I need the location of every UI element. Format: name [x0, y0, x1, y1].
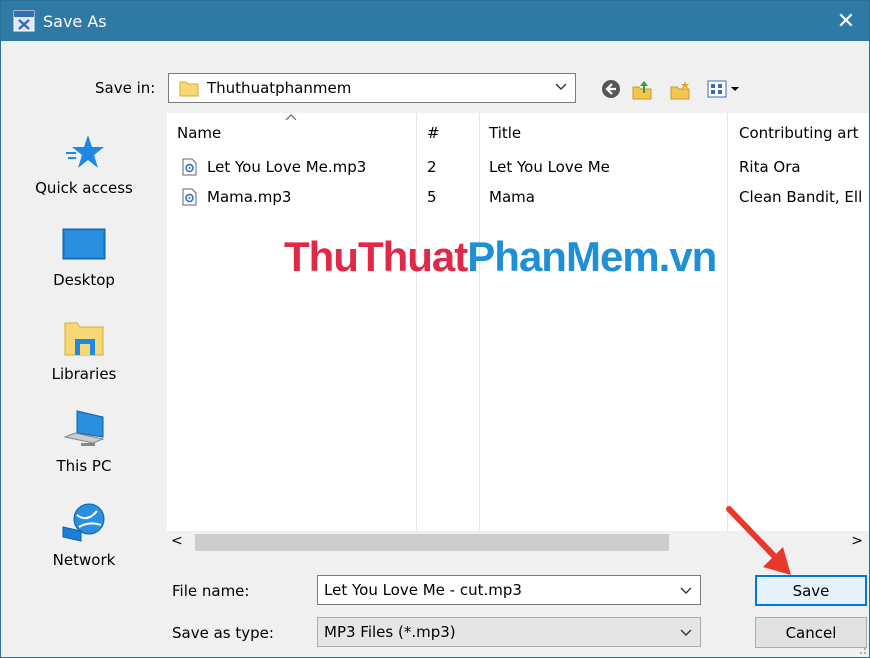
save-in-row: Save in: Thuthuatphanmem — [1, 69, 869, 107]
file-name-cell: Let You Love Me.mp3 — [207, 158, 367, 176]
save-as-type-label: Save as type: — [172, 624, 274, 642]
save-as-dialog: Save As ✕ Save in: Thuthuatphanmem Quick… — [0, 0, 870, 658]
file-list[interactable]: Name # Title Contributing art Let You Lo… — [167, 113, 869, 531]
sort-ascending-icon — [285, 114, 297, 121]
scroll-right-icon[interactable]: > — [851, 533, 863, 549]
desktop-icon — [62, 228, 106, 260]
place-quick-access[interactable]: Quick access — [3, 133, 165, 197]
save-as-type-value: MP3 Files (*.mp3) — [324, 623, 456, 641]
column-header-number[interactable]: # — [427, 124, 440, 142]
file-name-input[interactable]: Let You Love Me - cut.mp3 — [317, 575, 701, 605]
audio-file-icon — [182, 188, 197, 206]
annotation-arrow-icon — [726, 506, 791, 575]
file-name-cell: Mama.mp3 — [207, 188, 292, 206]
save-in-label: Save in: — [95, 79, 156, 97]
save-as-type-dropdown[interactable]: MP3 Files (*.mp3) — [317, 617, 701, 647]
cancel-button[interactable]: Cancel — [755, 617, 867, 648]
libraries-icon — [64, 322, 104, 356]
place-label: Quick access — [35, 179, 133, 197]
file-row[interactable]: Let You Love Me.mp3 2 Let You Love Me Ri… — [167, 154, 869, 184]
column-header-name[interactable]: Name — [177, 124, 221, 142]
star-icon — [66, 135, 104, 168]
column-header-title[interactable]: Title — [489, 124, 521, 142]
view-menu-icon[interactable] — [707, 79, 747, 99]
place-desktop[interactable]: Desktop — [3, 227, 165, 289]
folder-icon — [179, 81, 199, 97]
current-folder-name: Thuthuatphanmem — [207, 79, 352, 97]
window-title: Save As — [43, 11, 107, 31]
scroll-left-icon[interactable]: < — [171, 533, 183, 549]
file-row[interactable]: Mama.mp3 5 Mama Clean Bandit, Ell — [167, 184, 869, 214]
place-label: Libraries — [51, 365, 117, 383]
close-icon[interactable]: ✕ — [823, 1, 869, 41]
back-icon[interactable] — [601, 79, 621, 99]
resize-grip-icon[interactable] — [857, 645, 867, 655]
new-folder-icon[interactable] — [669, 79, 691, 101]
title-cell: Let You Love Me — [489, 158, 610, 176]
place-network[interactable]: Network — [3, 501, 165, 569]
watermark: ThuThuatPhanMem.vn — [284, 233, 717, 281]
place-libraries[interactable]: Libraries — [3, 317, 165, 383]
place-label: Network — [52, 551, 116, 569]
place-this-pc[interactable]: This PC — [3, 409, 165, 475]
chevron-down-icon — [555, 83, 567, 90]
title-cell: Mama — [489, 188, 535, 206]
place-label: This PC — [56, 457, 112, 475]
scrollbar-thumb[interactable] — [195, 534, 669, 551]
watermark-part: PhanMem.vn — [467, 233, 717, 280]
place-label: Desktop — [53, 271, 115, 289]
chevron-down-icon — [680, 629, 692, 636]
track-number-cell: 2 — [427, 158, 437, 176]
artist-cell: Clean Bandit, Ell — [739, 188, 863, 206]
places-bar: Quick access Desktop Libraries This PC N… — [3, 113, 165, 658]
title-bar[interactable]: Save As ✕ — [1, 1, 869, 41]
mp3-app-icon — [13, 10, 35, 32]
network-icon — [62, 503, 105, 542]
file-name-value: Let You Love Me - cut.mp3 — [324, 581, 522, 599]
up-folder-icon[interactable] — [631, 79, 653, 101]
artist-cell: Rita Ora — [739, 158, 801, 176]
audio-file-icon — [182, 158, 197, 176]
file-name-label: File name: — [172, 582, 250, 600]
save-in-dropdown[interactable]: Thuthuatphanmem — [168, 73, 576, 103]
track-number-cell: 5 — [427, 188, 437, 206]
column-header-contributing-artists[interactable]: Contributing art — [739, 124, 859, 142]
chevron-down-icon[interactable] — [680, 584, 692, 596]
computer-icon — [63, 410, 105, 446]
watermark-part: ThuThuat — [284, 233, 468, 280]
